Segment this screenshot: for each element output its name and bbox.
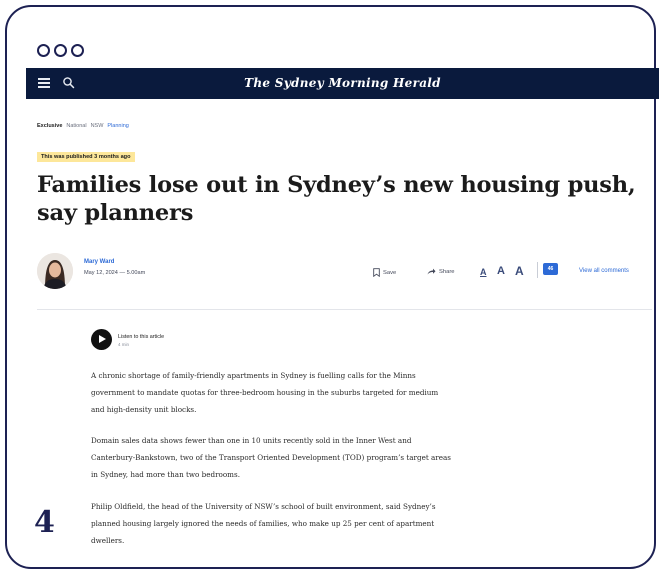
header-divider (37, 309, 652, 310)
breadcrumb-national[interactable]: National (66, 123, 86, 129)
breadcrumb: Exclusive National NSW Planning (37, 123, 129, 129)
window-dot-3 (71, 44, 84, 57)
site-masthead[interactable]: The Sydney Morning Herald (26, 76, 659, 90)
window-dot-1 (37, 44, 50, 57)
publish-date: May 12, 2024 — 5.00am (84, 270, 146, 276)
window-dots (37, 44, 84, 57)
save-label: Save (383, 269, 397, 276)
share-arrow-icon (427, 268, 436, 275)
breadcrumb-planning[interactable]: Planning (107, 123, 128, 129)
save-button[interactable]: Save (373, 268, 396, 277)
article-paragraph-3: Philip Oldfield, the head of the Univers… (91, 502, 436, 545)
play-icon[interactable] (91, 329, 112, 350)
avatar-portrait-icon (37, 253, 73, 289)
breadcrumb-exclusive: Exclusive (37, 123, 63, 129)
text-size-small[interactable]: A (480, 267, 487, 277)
published-badge: This was published 3 months ago (37, 152, 135, 162)
window-dot-2 (54, 44, 67, 57)
article-paragraph-1: A chronic shortage of family-friendly ap… (91, 371, 439, 414)
author-name[interactable]: Mary Ward (84, 259, 114, 265)
text-size-medium[interactable]: A (497, 265, 505, 277)
actions-divider (537, 262, 538, 278)
listen-label[interactable]: Listen to this article (118, 334, 164, 340)
breadcrumb-nsw[interactable]: NSW (91, 123, 104, 129)
bookmark-icon (373, 268, 380, 277)
site-navbar: The Sydney Morning Herald (26, 68, 659, 99)
listen-duration: 4 min (118, 342, 130, 347)
comment-icon[interactable]: 46 (543, 263, 558, 275)
article-paragraph-2: Domain sales data shows fewer than one i… (91, 436, 451, 479)
article-headline: Families lose out in Sydney’s new housin… (37, 172, 636, 226)
author-avatar[interactable] (37, 253, 73, 289)
text-size-large[interactable]: A (515, 264, 524, 278)
view-comments-link[interactable]: View all comments (579, 268, 629, 274)
slide-number: 4 (34, 505, 55, 540)
share-button[interactable]: Share (427, 268, 454, 275)
share-label: Share (439, 268, 455, 275)
